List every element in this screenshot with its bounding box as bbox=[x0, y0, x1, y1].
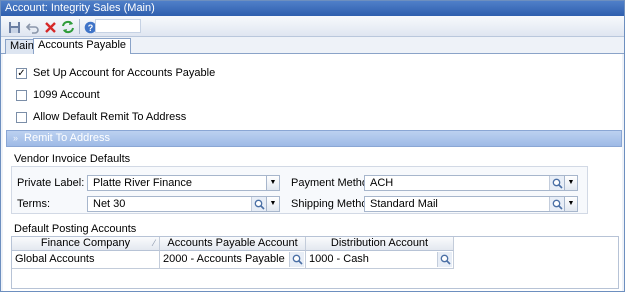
terms-label: Terms: bbox=[17, 198, 50, 210]
sort-icon: ⁄ bbox=[153, 238, 155, 248]
terms-value: Net 30 bbox=[93, 198, 126, 210]
window-title: Account: Integrity Sales (Main) bbox=[1, 1, 624, 16]
chevron-down-icon[interactable]: ▼ bbox=[266, 197, 279, 211]
lookup-icon[interactable] bbox=[549, 197, 564, 211]
shipping-method-value: Standard Mail bbox=[370, 198, 438, 210]
column-header-ap-account[interactable]: Accounts Payable Account bbox=[160, 237, 306, 251]
setup-ap-label: Set Up Account for Accounts Payable bbox=[33, 67, 216, 79]
1099-checkbox-row[interactable]: 1099 Account bbox=[16, 88, 100, 102]
vendor-defaults-group: Private Label: Platte River Finance ▼ Te… bbox=[11, 166, 588, 214]
save-icon[interactable] bbox=[6, 19, 22, 35]
delete-icon[interactable] bbox=[42, 19, 58, 35]
toolbar: ? bbox=[1, 16, 624, 37]
payment-method-field[interactable]: ACH ▼ bbox=[364, 175, 578, 191]
chevron-down-icon[interactable]: ▼ bbox=[564, 197, 577, 211]
private-label-value: Platte River Finance bbox=[93, 177, 193, 189]
vendor-defaults-title: Vendor Invoice Defaults bbox=[14, 153, 131, 165]
table-cell-ap-account[interactable]: 2000 - Accounts Payable bbox=[160, 251, 306, 269]
shipping-method-field[interactable]: Standard Mail ▼ bbox=[364, 196, 578, 212]
default-remit-checkbox[interactable] bbox=[16, 111, 27, 123]
setup-ap-checkbox[interactable]: ✓ bbox=[16, 67, 27, 79]
chevron-down-icon[interactable]: ▼ bbox=[266, 176, 279, 190]
toolbar-search-field[interactable] bbox=[95, 19, 141, 33]
1099-checkbox[interactable] bbox=[16, 89, 27, 101]
default-remit-label: Allow Default Remit To Address bbox=[33, 111, 187, 123]
1099-label: 1099 Account bbox=[33, 89, 100, 101]
private-label-dropdown[interactable]: Platte River Finance ▼ bbox=[87, 175, 280, 191]
lookup-icon[interactable] bbox=[437, 252, 452, 267]
remit-to-address-label: Remit To Address bbox=[24, 132, 111, 144]
payment-method-value: ACH bbox=[370, 177, 394, 189]
svg-text:?: ? bbox=[87, 23, 93, 33]
refresh-icon[interactable] bbox=[60, 19, 76, 35]
tab-accounts-payable[interactable]: Accounts Payable bbox=[33, 38, 132, 54]
tab-strip: Main Accounts Payable bbox=[1, 37, 624, 54]
toolbar-separator bbox=[79, 19, 80, 34]
private-label-label: Private Label: bbox=[17, 177, 85, 189]
chevron-double-down-icon: » bbox=[13, 133, 19, 143]
terms-field[interactable]: Net 30 ▼ bbox=[87, 196, 280, 212]
default-remit-checkbox-row[interactable]: Allow Default Remit To Address bbox=[16, 110, 186, 124]
column-header-finance-company[interactable]: Finance Company ⁄ bbox=[12, 237, 160, 251]
remit-to-address-section[interactable]: » Remit To Address bbox=[6, 130, 622, 147]
lookup-icon[interactable] bbox=[251, 197, 266, 211]
undo-icon[interactable] bbox=[24, 19, 40, 35]
column-header-distribution-account[interactable]: Distribution Account bbox=[306, 237, 454, 251]
table-cell-distribution-account[interactable]: 1000 - Cash bbox=[306, 251, 454, 269]
accounts-payable-panel: ✓ Set Up Account for Accounts Payable 10… bbox=[3, 54, 622, 291]
setup-ap-checkbox-row[interactable]: ✓ Set Up Account for Accounts Payable bbox=[16, 66, 215, 80]
lookup-icon[interactable] bbox=[289, 252, 304, 267]
posting-accounts-title: Default Posting Accounts bbox=[14, 223, 137, 235]
lookup-icon[interactable] bbox=[549, 176, 564, 190]
chevron-down-icon[interactable]: ▼ bbox=[564, 176, 577, 190]
posting-accounts-grid: Finance Company ⁄ Accounts Payable Accou… bbox=[11, 236, 619, 289]
account-window: Account: Integrity Sales (Main) ? Main A… bbox=[0, 0, 625, 292]
table-cell-finance-company: Global Accounts bbox=[12, 251, 160, 269]
